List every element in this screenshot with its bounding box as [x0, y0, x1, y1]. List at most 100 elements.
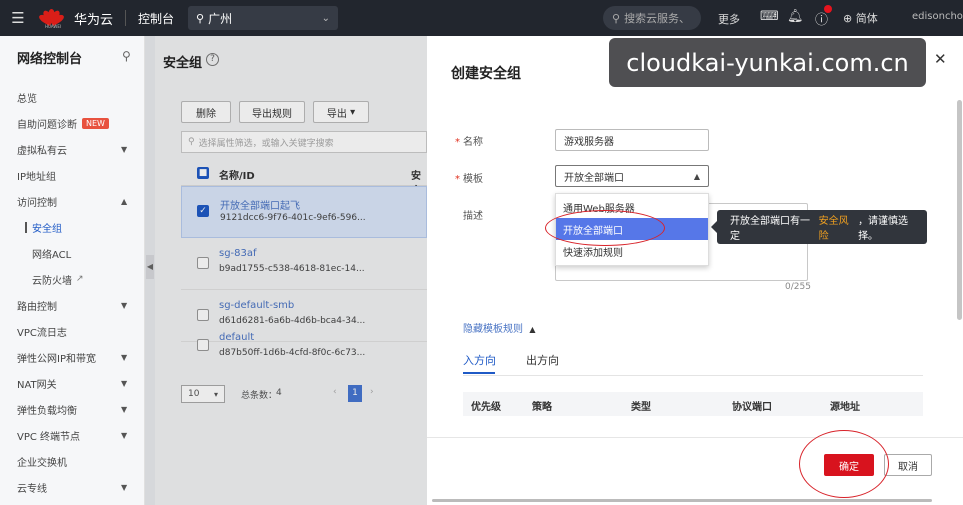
sidebar-item-flow-log[interactable]: VPC流日志: [0, 321, 145, 341]
name-value: 游戏服务器: [564, 136, 614, 148]
sidebar-item-label: IP地址组: [17, 171, 56, 183]
column-policy: 策略: [532, 402, 552, 413]
column-source: 源地址: [830, 402, 860, 413]
column-type: 类型: [631, 402, 651, 413]
highlight-circle: [545, 210, 665, 246]
tab-inbound[interactable]: 入方向: [463, 352, 496, 368]
sidebar-item-label: 访问控制: [17, 197, 57, 209]
sidebar-item-label: VPC流日志: [17, 327, 67, 339]
sidebar-item-label: 网络ACL: [32, 249, 72, 261]
global-search-input[interactable]: ⚲ 搜索云服务、: [603, 6, 701, 30]
console-link[interactable]: 控制台: [138, 10, 174, 27]
chevron-down-icon: ▼: [121, 482, 128, 492]
tab-outbound[interactable]: 出方向: [526, 352, 559, 368]
language-switch[interactable]: ⊕ 简体: [843, 10, 878, 26]
chevron-down-icon: ▼: [121, 144, 128, 154]
sidebar-item-label: 自助问题诊断: [17, 119, 77, 131]
sidebar-item-label: 云防火墙: [32, 275, 72, 287]
active-tab-indicator: [463, 372, 495, 374]
sidebar-item-direct-connect[interactable]: 云专线 ▼: [0, 477, 145, 497]
scrollbar[interactable]: [957, 100, 962, 320]
sidebar-item-diagnosis[interactable]: 自助问题诊断 NEW: [0, 113, 145, 133]
region-select[interactable]: ⚲ 广州 ⌄: [188, 6, 339, 30]
template-label-text: 模板: [463, 174, 483, 185]
hide-template-rules-toggle[interactable]: 隐藏模板规则 ▲: [463, 320, 536, 335]
column-priority: 优先级: [471, 402, 501, 413]
sidebar-item-eip[interactable]: 弹性公网IP和带宽 ▼: [0, 347, 145, 367]
search-placeholder: 搜索云服务、: [624, 12, 691, 25]
huawei-logo-mark: HUAWEI: [37, 9, 66, 29]
active-indicator: [25, 222, 27, 233]
panel-title: 创建安全组: [451, 66, 521, 82]
sidebar-item-label: 总览: [17, 93, 37, 105]
more-menu[interactable]: 更多: [718, 11, 740, 27]
region-value: 广州: [208, 11, 233, 26]
template-select[interactable]: 开放全部端口 ▲: [555, 165, 709, 187]
create-security-group-panel: 创建安全组 ✕ * 名称 游戏服务器 * 模板 开放全部端口 ▲ 描述 0/255 通…: [427, 36, 963, 505]
sidebar-item-label: NAT网关: [17, 379, 57, 391]
sidebar-item-label: 云专线: [17, 483, 47, 495]
search-icon: ⚲: [612, 11, 621, 25]
search-icon[interactable]: ⚲: [122, 49, 131, 63]
cancel-button[interactable]: 取消: [884, 454, 932, 476]
tooltip-text-end: ，请谨慎选择。: [858, 216, 909, 242]
location-pin-icon: ⚲: [196, 11, 205, 25]
highlight-circle: [799, 430, 889, 498]
watermark: cloudkai-yunkai.com.cn: [609, 38, 926, 87]
sidebar-item-vpc-endpoint[interactable]: VPC 终端节点 ▼: [0, 425, 145, 445]
tooltip-warning: 安全风险: [818, 216, 849, 242]
sidebar-item-label: 弹性负载均衡: [17, 405, 77, 417]
chevron-down-icon: ▼: [121, 352, 128, 362]
notification-badge: [824, 5, 832, 13]
sidebar-item-elb[interactable]: 弹性负载均衡 ▼: [0, 399, 145, 419]
required-mark: *: [455, 174, 460, 185]
sidebar-item-vpc[interactable]: 虚拟私有云 ▼: [0, 139, 145, 159]
huawei-logo[interactable]: HUAWEI 华为云: [37, 9, 114, 29]
tooltip-text: 开放全部端口有一定: [730, 216, 810, 242]
brand-name: 华为云: [74, 12, 114, 28]
rules-table-header: 优先级 策略 类型 协议端口 源地址: [463, 392, 923, 416]
char-counter: 0/255: [785, 282, 811, 292]
new-badge: NEW: [82, 117, 109, 129]
horizontal-scrollbar[interactable]: [432, 499, 932, 502]
divider: [427, 437, 963, 438]
divider: [125, 10, 127, 26]
chevron-down-icon: ▼: [121, 404, 128, 414]
sidebar-item-enterprise-switch[interactable]: 企业交换机: [0, 451, 145, 471]
terminal-icon[interactable]: ⌨: [760, 9, 779, 24]
sidebar-item-overview[interactable]: 总览: [0, 87, 145, 107]
close-icon[interactable]: ✕: [934, 50, 947, 68]
sidebar-item-label: 安全组: [32, 223, 62, 235]
divider: [463, 375, 923, 376]
sidebar-item-security-group[interactable]: 安全组: [0, 217, 145, 237]
caret-up-icon: ▲: [529, 325, 536, 334]
chevron-down-icon: ⌄: [321, 12, 331, 24]
caret-up-icon: ▲: [693, 171, 700, 181]
chevron-down-icon: ▼: [121, 300, 128, 310]
globe-icon: ⊕: [843, 12, 853, 25]
bell-icon[interactable]: 🔔︎: [787, 9, 804, 24]
sidebar-item-access-control[interactable]: 访问控制 ▲: [0, 191, 145, 211]
sidebar-item-routing[interactable]: 路由控制 ▼: [0, 295, 145, 315]
user-name[interactable]: edisonchoi: [912, 11, 963, 22]
required-mark: *: [455, 137, 460, 148]
name-input[interactable]: 游戏服务器: [555, 129, 709, 151]
huawei-logo-text: HUAWEI: [44, 24, 62, 29]
sidebar-item-network-acl[interactable]: 网络ACL: [0, 243, 145, 263]
tooltip-arrow: [711, 221, 717, 233]
sidebar-item-label: VPC 终端节点: [17, 431, 81, 443]
hide-rules-label: 隐藏模板规则: [463, 324, 523, 335]
risk-tooltip: 开放全部端口有一定 安全风险 ，请谨慎选择。: [711, 210, 927, 244]
modal-overlay[interactable]: [145, 36, 427, 505]
template-label: * 模板: [455, 170, 483, 185]
name-label-text: 名称: [463, 137, 483, 148]
sidebar-item-nat[interactable]: NAT网关 ▼: [0, 373, 145, 393]
sidebar-item-cloud-firewall[interactable]: 云防火墙 ↗: [0, 269, 145, 289]
chevron-down-icon: ▼: [121, 378, 128, 388]
sidebar-item-ip-group[interactable]: IP地址组: [0, 165, 145, 185]
sidebar-item-label: 虚拟私有云: [17, 145, 67, 157]
sidebar-item-label: 企业交换机: [17, 457, 67, 469]
column-protocol-port: 协议端口: [732, 402, 772, 413]
template-value: 开放全部端口: [564, 172, 624, 184]
menu-icon[interactable]: ☰: [0, 9, 36, 27]
